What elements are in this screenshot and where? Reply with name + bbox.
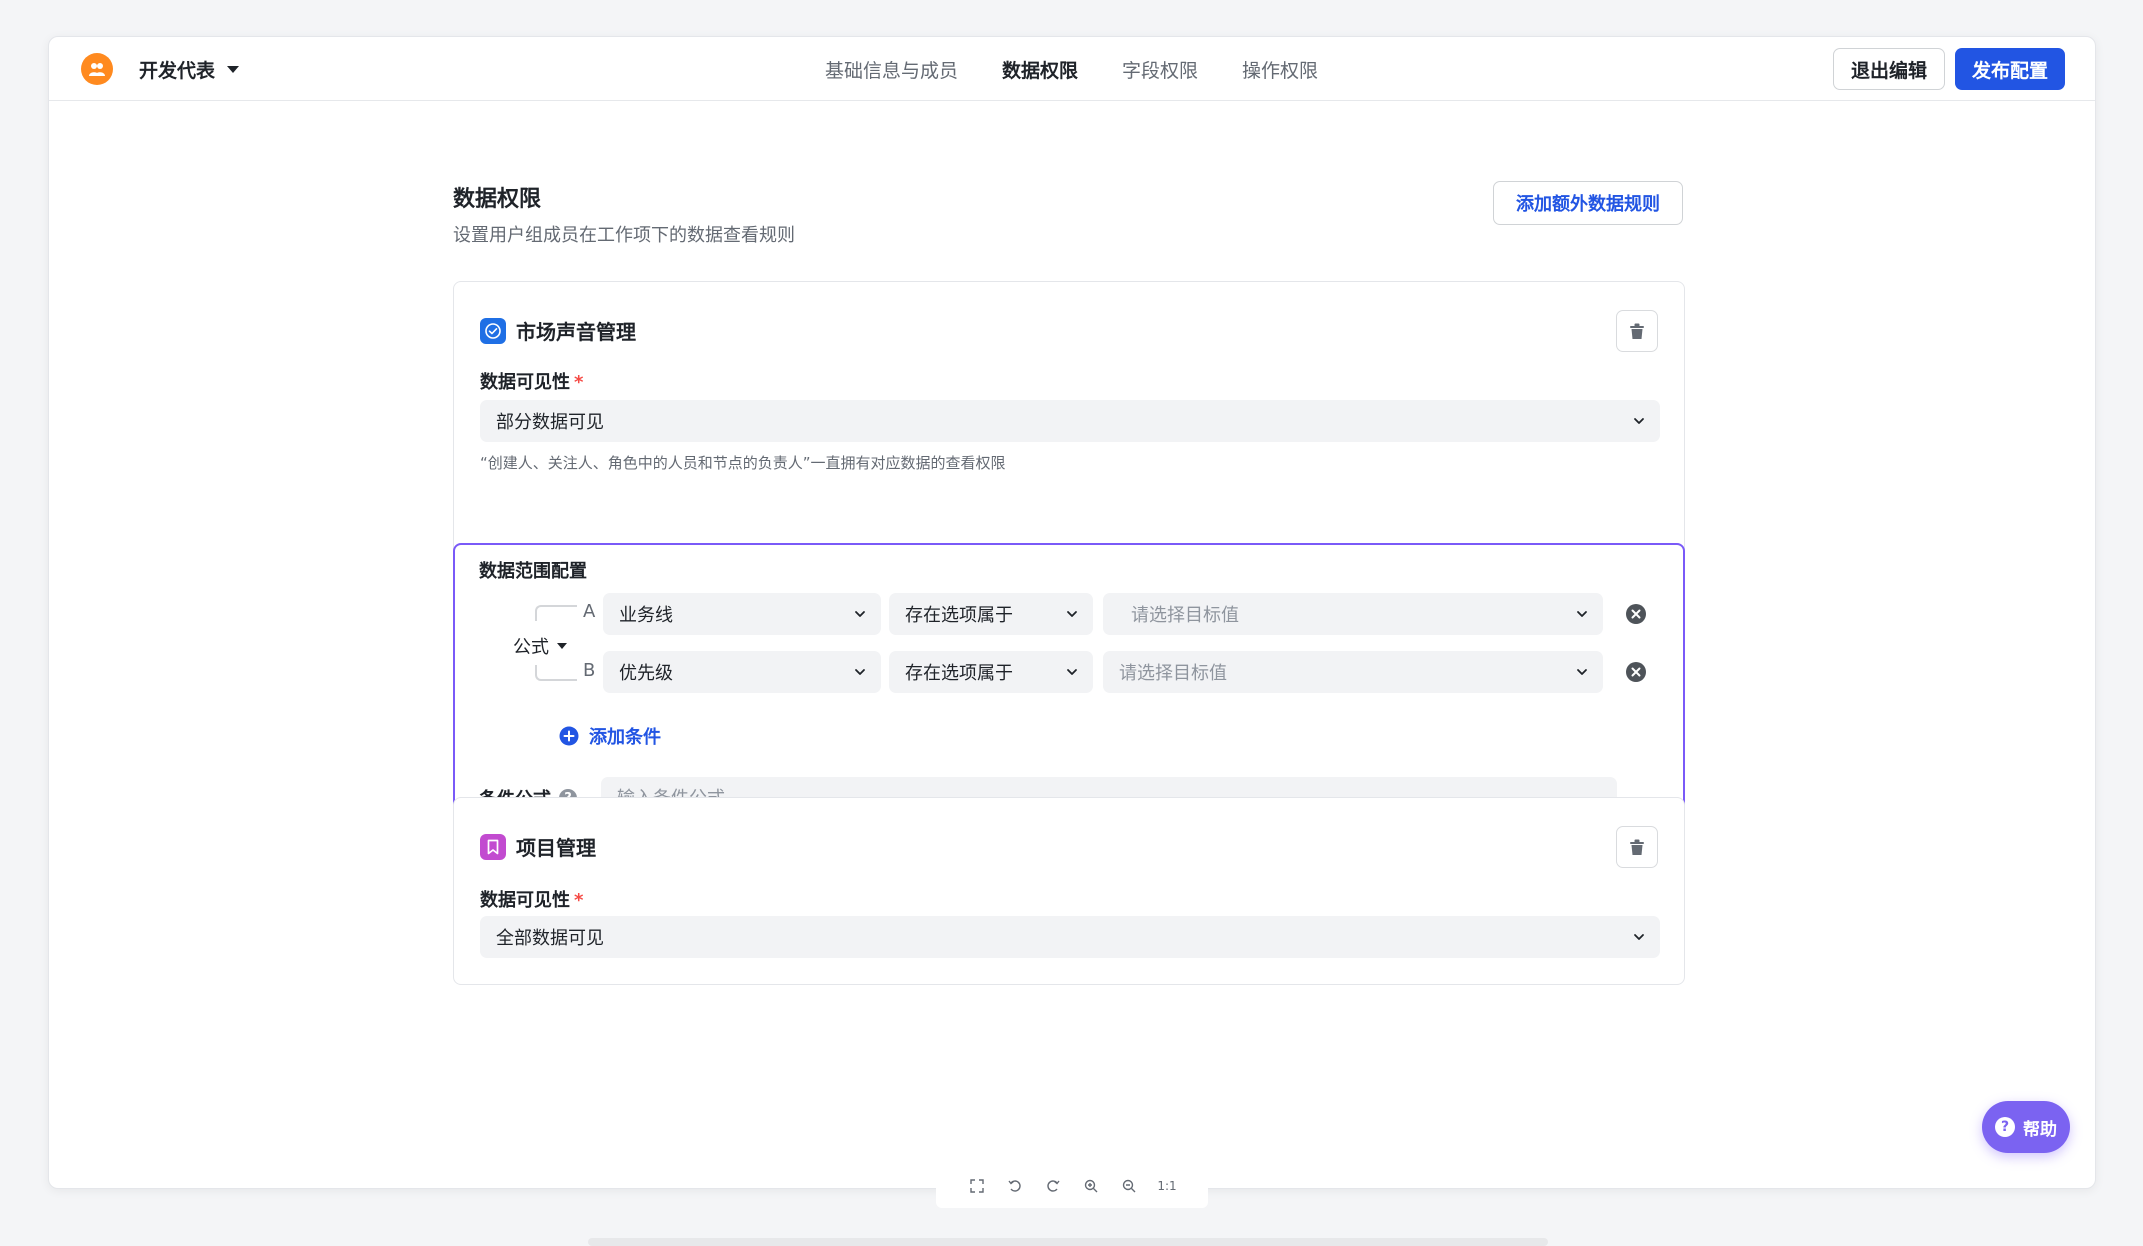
visibility-select[interactable]: 全部数据可见: [480, 916, 1660, 958]
top-bar: 开发代表 基础信息与成员 数据权限 字段权限 操作权限 退出编辑 发布配置: [49, 37, 2095, 101]
rotate-left-icon[interactable]: [1005, 1176, 1025, 1196]
condition-field-select[interactable]: 业务线: [603, 593, 881, 635]
add-extra-rule-button[interactable]: 添加额外数据规则: [1493, 181, 1683, 225]
rule-card-project-management: 项目管理 数据可见性 * 全部数据可见: [453, 797, 1685, 985]
group-switcher[interactable]: 开发代表: [81, 53, 240, 85]
actual-size-button[interactable]: 1:1: [1157, 1176, 1177, 1196]
card-title: 项目管理: [516, 836, 596, 860]
formula-mode-toggle[interactable]: 公式: [509, 631, 571, 661]
bracket-line: [535, 665, 577, 681]
tab-field-permission[interactable]: 字段权限: [1122, 56, 1198, 83]
group-logo-icon: [81, 53, 113, 85]
condition-operator-select[interactable]: 存在选项属于: [889, 593, 1093, 635]
delete-rule-button[interactable]: [1616, 310, 1658, 352]
add-condition-button[interactable]: 添加条件: [559, 723, 661, 749]
required-mark: *: [574, 372, 584, 393]
bracket-line: [535, 605, 577, 621]
chevron-down-icon: [1577, 669, 1587, 675]
help-button[interactable]: ? 帮助: [1982, 1101, 2070, 1153]
card-title: 市场声音管理: [516, 320, 636, 344]
zoom-out-icon[interactable]: [1119, 1176, 1139, 1196]
exit-edit-button[interactable]: 退出编辑: [1833, 48, 1945, 90]
chevron-down-icon: [1634, 418, 1644, 424]
zoom-in-icon[interactable]: [1081, 1176, 1101, 1196]
scope-title: 数据范围配置: [479, 561, 587, 582]
question-icon: ?: [1995, 1117, 2015, 1137]
group-name: 开发代表: [139, 59, 216, 82]
delete-rule-button[interactable]: [1616, 826, 1658, 868]
condition-letter: A: [583, 601, 596, 622]
tab-data-permission[interactable]: 数据权限: [1002, 56, 1078, 83]
chevron-down-icon: [1577, 611, 1587, 617]
visibility-label: 数据可见性 *: [480, 890, 584, 911]
bottom-shadow: [588, 1238, 1548, 1246]
remove-condition-icon[interactable]: [1625, 661, 1647, 683]
publish-config-button[interactable]: 发布配置: [1955, 48, 2065, 90]
card-header: 项目管理: [480, 832, 596, 861]
tab-operation-permission[interactable]: 操作权限: [1242, 56, 1318, 83]
condition-target-select[interactable]: 请选择目标值: [1103, 651, 1603, 693]
remove-condition-icon[interactable]: [1625, 603, 1647, 625]
visibility-select[interactable]: 部分数据可见: [480, 400, 1660, 442]
caret-down-icon: [557, 643, 567, 649]
card-header: 市场声音管理: [480, 316, 636, 345]
caret-down-icon: [227, 65, 240, 73]
rotate-right-icon[interactable]: [1043, 1176, 1063, 1196]
tab-bar: 基础信息与成员 数据权限 字段权限 操作权限: [825, 37, 1362, 101]
page-title: 数据权限: [453, 187, 542, 212]
required-mark: *: [574, 890, 584, 911]
bookmark-icon: [480, 833, 506, 860]
app-window: 开发代表 基础信息与成员 数据权限 字段权限 操作权限 退出编辑 发布配置 数据…: [48, 36, 2096, 1189]
visibility-value: 部分数据可见: [496, 412, 604, 433]
check-circle-icon: [480, 317, 506, 344]
image-viewer-toolbar: 1:1: [936, 1164, 1208, 1208]
chevron-down-icon: [855, 669, 865, 675]
condition-letter: B: [583, 660, 596, 681]
condition-operator-select[interactable]: 存在选项属于: [889, 651, 1093, 693]
condition-target-select[interactable]: 请选择目标值: [1103, 593, 1603, 635]
tab-basic-info[interactable]: 基础信息与成员: [825, 56, 958, 83]
visibility-value: 全部数据可见: [496, 928, 604, 949]
plus-circle-icon: [559, 726, 579, 746]
visibility-label: 数据可见性 *: [480, 372, 584, 393]
condition-field-select[interactable]: 优先级: [603, 651, 881, 693]
trash-icon: [1630, 839, 1644, 855]
trash-icon: [1630, 323, 1644, 339]
chevron-down-icon: [1634, 934, 1644, 940]
fullscreen-icon[interactable]: [967, 1176, 987, 1196]
visibility-hint: “创建人、关注人、角色中的人员和节点的负责人”一直拥有对应数据的查看权限: [480, 454, 1006, 472]
chevron-down-icon: [855, 611, 865, 617]
chevron-down-icon: [1067, 669, 1077, 675]
chevron-down-icon: [1067, 611, 1077, 617]
page-description: 设置用户组成员在工作项下的数据查看规则: [453, 225, 795, 246]
